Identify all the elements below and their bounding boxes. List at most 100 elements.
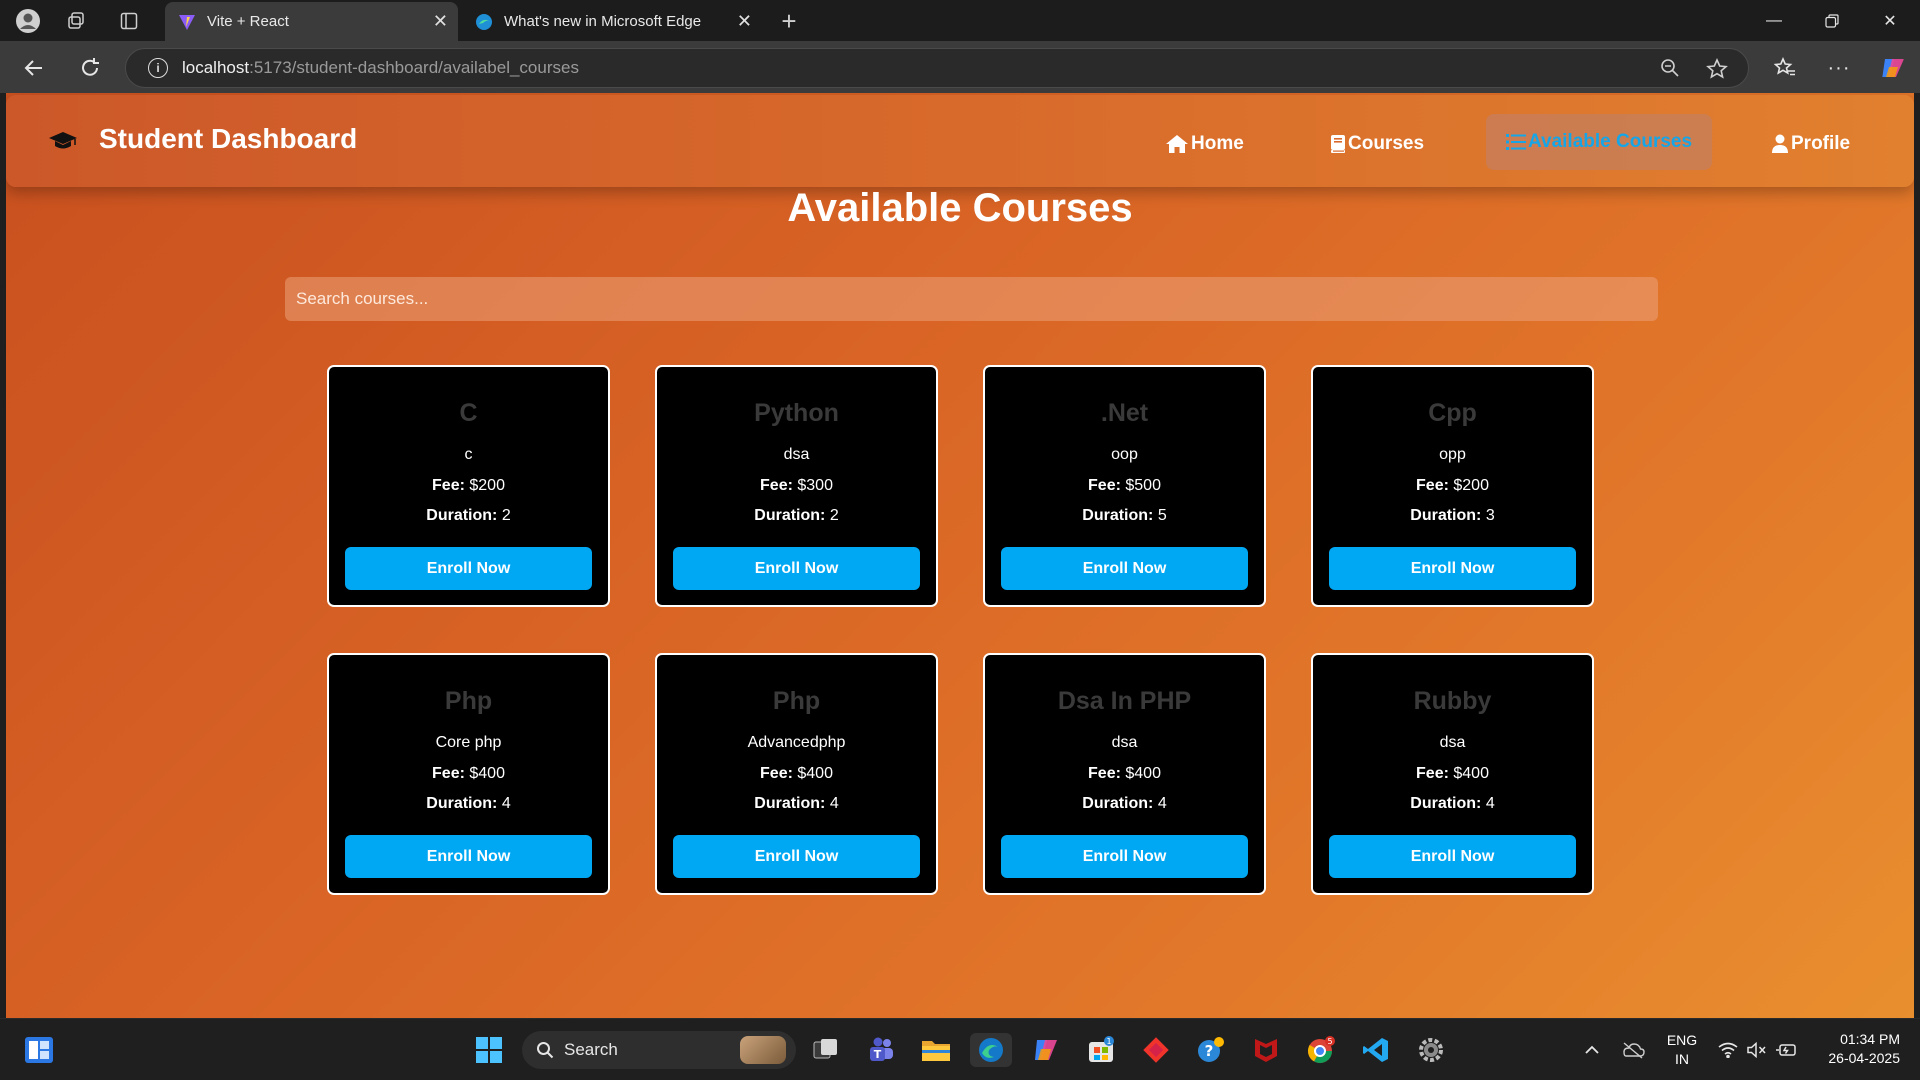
nav-courses[interactable]: Courses — [1330, 129, 1424, 159]
browser-tab-strip: Vite + React ✕ What's new in Microsoft E… — [0, 0, 1920, 41]
course-description: opp — [1439, 446, 1466, 463]
book-icon — [1331, 135, 1345, 153]
favorite-star-icon[interactable] — [1706, 58, 1728, 85]
clock-time: 01:34 PM — [1840, 1031, 1900, 1047]
fee-label: Fee: — [432, 477, 465, 494]
duration-label: Duration: — [426, 507, 498, 524]
course-card: Cc Fee: $200 Duration: 2 Enroll Now — [327, 365, 610, 607]
search-courses-input[interactable] — [285, 277, 1658, 321]
duration-label: Duration: — [1410, 507, 1482, 524]
fee-label: Fee: — [432, 765, 465, 782]
list-icon — [1506, 134, 1526, 150]
course-duration: Duration: 4 — [1313, 795, 1592, 813]
duration-value: 4 — [1485, 795, 1495, 812]
course-duration: Duration: 2 — [329, 507, 608, 525]
enroll-now-button[interactable]: Enroll Now — [673, 547, 920, 590]
edge-taskbar-icon[interactable] — [970, 1033, 1012, 1067]
course-description: oop — [1111, 446, 1138, 463]
chevron-up-icon[interactable] — [1575, 1033, 1609, 1067]
duration-value: 2 — [501, 507, 511, 524]
git-icon[interactable] — [1139, 1033, 1173, 1067]
course-card: Rubby dsa Fee: $400 Duration: 4 Enroll Now — [1311, 653, 1594, 895]
enroll-now-button[interactable]: Enroll Now — [345, 835, 592, 878]
site-info-icon[interactable]: i — [148, 58, 168, 78]
url-text: localhost:5173/student-dashboard/availab… — [182, 58, 579, 77]
course-duration: Duration: 3 — [1313, 507, 1592, 525]
more-options-icon[interactable]: ··· — [1822, 51, 1856, 85]
profile-icon[interactable] — [12, 5, 44, 37]
restore-icon[interactable] — [1803, 0, 1861, 41]
search-icon — [537, 1042, 554, 1059]
task-view-icon[interactable] — [809, 1033, 843, 1067]
enroll-now-button[interactable]: Enroll Now — [1329, 547, 1576, 590]
settings-icon[interactable] — [1414, 1033, 1448, 1067]
refresh-icon[interactable] — [73, 51, 107, 85]
taskbar-search[interactable]: Search — [522, 1031, 796, 1069]
address-bar[interactable]: i localhost:5173/student-dashboard/avail… — [125, 48, 1749, 88]
enroll-now-button[interactable]: Enroll Now — [345, 547, 592, 590]
onedrive-icon[interactable] — [1616, 1033, 1650, 1067]
microsoft-store-icon[interactable]: 1 — [1084, 1033, 1118, 1067]
fee-value: $400 — [1453, 765, 1489, 782]
nav-profile[interactable]: Profile — [1771, 129, 1850, 159]
new-tab-icon[interactable]: + — [773, 5, 805, 37]
duration-label: Duration: — [754, 795, 826, 812]
vertical-tabs-icon[interactable] — [113, 5, 145, 37]
nav-courses-label: Courses — [1348, 133, 1425, 154]
enroll-now-button[interactable]: Enroll Now — [1001, 547, 1248, 590]
duration-value: 3 — [1485, 507, 1495, 524]
course-card: Python dsa Fee: $300 Duration: 2 Enroll Now — [655, 365, 938, 607]
duration-label: Duration: — [426, 795, 498, 812]
close-tab-icon[interactable]: ✕ — [433, 11, 448, 32]
copilot-taskbar-icon[interactable] — [1029, 1033, 1063, 1067]
tab-whats-new-edge[interactable]: What's new in Microsoft Edge ✕ — [462, 2, 762, 41]
course-name: Php — [444, 687, 493, 715]
fee-label: Fee: — [760, 765, 793, 782]
enroll-now-button[interactable]: Enroll Now — [1001, 835, 1248, 878]
duration-value: 4 — [829, 795, 839, 812]
zoom-out-icon[interactable] — [1660, 58, 1680, 83]
fee-value: $300 — [797, 477, 833, 494]
workspaces-icon[interactable] — [60, 5, 92, 37]
chrome-icon[interactable]: 5 — [1304, 1033, 1338, 1067]
back-icon[interactable] — [17, 51, 51, 85]
nav-home[interactable]: Home — [1165, 129, 1244, 159]
favorites-icon[interactable] — [1768, 51, 1802, 85]
battery-icon[interactable] — [1769, 1033, 1803, 1067]
widgets-icon[interactable] — [22, 1033, 56, 1067]
course-description: Core php — [435, 734, 502, 751]
language-indicator[interactable]: ENG IN — [1662, 1031, 1702, 1069]
enroll-now-button[interactable]: Enroll Now — [673, 835, 920, 878]
course-name: Php — [772, 687, 821, 715]
course-description: dsa — [1111, 734, 1138, 751]
taskbar-search-label: Search — [564, 1040, 618, 1059]
duration-value: 4 — [501, 795, 511, 812]
mcafee-icon[interactable] — [1249, 1033, 1283, 1067]
close-tab-icon[interactable]: ✕ — [737, 11, 752, 32]
tab-title: Vite + React — [207, 13, 289, 30]
help-icon[interactable]: ? — [1194, 1033, 1228, 1067]
enroll-now-button[interactable]: Enroll Now — [1329, 835, 1576, 878]
copilot-icon[interactable] — [1876, 51, 1910, 85]
svg-text:5: 5 — [1327, 1037, 1332, 1046]
close-window-icon[interactable]: ✕ — [1861, 0, 1919, 41]
start-menu-icon[interactable] — [472, 1033, 506, 1067]
tab-vite-react[interactable]: Vite + React ✕ — [165, 2, 458, 41]
file-explorer-icon[interactable] — [919, 1033, 953, 1067]
fee-label: Fee: — [1088, 477, 1121, 494]
course-fee: Fee: $400 — [1313, 765, 1592, 783]
duration-value: 4 — [1157, 795, 1167, 812]
course-name: .Net — [1100, 399, 1149, 427]
clock[interactable]: 01:34 PM 26-04-2025 — [1810, 1030, 1900, 1068]
nav-available-courses[interactable]: Available Courses — [1486, 114, 1713, 170]
fee-label: Fee: — [1416, 765, 1449, 782]
course-fee: Fee: $400 — [985, 765, 1264, 783]
vscode-icon[interactable] — [1359, 1033, 1393, 1067]
course-duration: Duration: 5 — [985, 507, 1264, 525]
teams-icon[interactable]: T — [864, 1033, 898, 1067]
course-duration: Duration: 4 — [985, 795, 1264, 813]
minimize-icon[interactable]: — — [1745, 0, 1803, 41]
course-name: Python — [754, 399, 839, 427]
windows-taskbar: Search T 1 ? 5 ENG IN 01:34 PM 26-04-202… — [0, 1018, 1920, 1080]
course-duration: Duration: 4 — [657, 795, 936, 813]
